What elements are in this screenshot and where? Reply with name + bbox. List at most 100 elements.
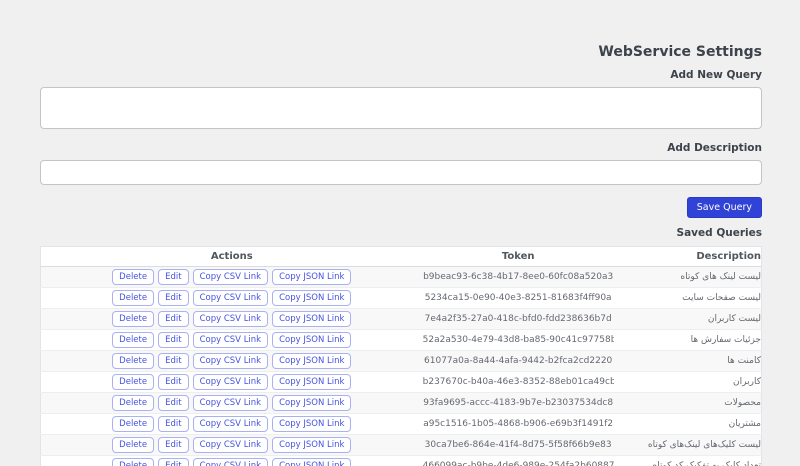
settings-page: WebService Settings Add New Query Add De… xyxy=(0,0,800,466)
copy-csv-link-button[interactable]: Copy CSV Link xyxy=(192,416,269,432)
actions-cell: Delete Edit Copy CSV Link Copy JSON Link xyxy=(40,266,423,288)
copy-json-link-button[interactable]: Copy JSON Link xyxy=(272,395,352,411)
copy-csv-link-button[interactable]: Copy CSV Link xyxy=(192,374,269,390)
delete-button[interactable]: Delete xyxy=(112,416,155,432)
edit-button[interactable]: Edit xyxy=(158,290,189,306)
queries-tbody: Delete Edit Copy CSV Link Copy JSON Link b9b… xyxy=(40,266,762,466)
description-cell: لیست کاربران xyxy=(613,308,762,330)
delete-button[interactable]: Delete xyxy=(112,311,155,327)
edit-button[interactable]: Edit xyxy=(158,395,189,411)
actions-cell: Delete Edit Copy CSV Link Copy JSON Link xyxy=(40,392,423,414)
edit-button[interactable]: Edit xyxy=(158,374,189,390)
description-cell: لیست صفحات سایت xyxy=(613,287,762,309)
row-button-group: Delete Edit Copy CSV Link Copy JSON Link xyxy=(112,290,352,306)
row-button-group: Delete Edit Copy CSV Link Copy JSON Link xyxy=(112,416,352,432)
token-cell: 93fa9695-accc-4183-9b7e-b23037534dc8 xyxy=(422,392,614,414)
copy-csv-link-button[interactable]: Copy CSV Link xyxy=(192,395,269,411)
row-button-group: Delete Edit Copy CSV Link Copy JSON Link xyxy=(112,353,352,369)
edit-button[interactable]: Edit xyxy=(158,332,189,348)
delete-button[interactable]: Delete xyxy=(112,374,155,390)
token-cell: 52a2a530-4e79-43d8-ba85-90c41c97758b xyxy=(422,329,614,351)
description-cell: لیست کلیک‌های لینک‌های کوتاه xyxy=(613,434,762,456)
copy-json-link-button[interactable]: Copy JSON Link xyxy=(272,269,352,285)
table-row: Delete Edit Copy CSV Link Copy JSON Link 7e4… xyxy=(40,308,762,330)
token-cell: b237670c-b40a-46e3-8352-88eb01ca49cb xyxy=(422,371,614,393)
description-cell: مشتریان xyxy=(613,413,762,435)
row-button-group: Delete Edit Copy CSV Link Copy JSON Link xyxy=(112,458,352,466)
add-new-query-label: Add New Query xyxy=(670,69,762,81)
description-cell: کامنت ها xyxy=(613,350,762,372)
table-row: Delete Edit Copy CSV Link Copy JSON Link 30c… xyxy=(40,434,762,456)
edit-button[interactable]: Edit xyxy=(158,311,189,327)
actions-column-header: Actions xyxy=(40,246,423,267)
copy-json-link-button[interactable]: Copy JSON Link xyxy=(272,374,352,390)
saved-queries-heading: Saved Queries xyxy=(676,227,762,239)
delete-button[interactable]: Delete xyxy=(112,332,155,348)
save-query-button[interactable]: Save Query xyxy=(686,197,762,218)
new-query-textarea[interactable] xyxy=(40,87,762,129)
token-cell: a95c1516-1b05-4868-b906-e69b3f1491f2 xyxy=(422,413,614,435)
table-row: Delete Edit Copy CSV Link Copy JSON Link 610… xyxy=(40,350,762,372)
copy-csv-link-button[interactable]: Copy CSV Link xyxy=(192,458,269,466)
copy-json-link-button[interactable]: Copy JSON Link xyxy=(272,332,352,348)
delete-button[interactable]: Delete xyxy=(112,458,155,466)
description-cell: تعداد کلیک به تفکیک کد کوتاه xyxy=(613,455,762,466)
actions-cell: Delete Edit Copy CSV Link Copy JSON Link xyxy=(40,413,423,435)
delete-button[interactable]: Delete xyxy=(112,353,155,369)
description-cell: محصولات xyxy=(613,392,762,414)
actions-cell: Delete Edit Copy CSV Link Copy JSON Link xyxy=(40,371,423,393)
copy-csv-link-button[interactable]: Copy CSV Link xyxy=(192,311,269,327)
token-cell: b9beac93-6c38-4b17-8ee0-60fc08a520a3 xyxy=(422,266,614,288)
actions-cell: Delete Edit Copy CSV Link Copy JSON Link xyxy=(40,434,423,456)
table-row: Delete Edit Copy CSV Link Copy JSON Link 523… xyxy=(40,287,762,309)
actions-cell: Delete Edit Copy CSV Link Copy JSON Link xyxy=(40,350,423,372)
copy-csv-link-button[interactable]: Copy CSV Link xyxy=(192,437,269,453)
copy-csv-link-button[interactable]: Copy CSV Link xyxy=(192,269,269,285)
copy-json-link-button[interactable]: Copy JSON Link xyxy=(272,290,352,306)
description-column-header: Description xyxy=(613,246,762,267)
edit-button[interactable]: Edit xyxy=(158,437,189,453)
copy-json-link-button[interactable]: Copy JSON Link xyxy=(272,311,352,327)
row-button-group: Delete Edit Copy CSV Link Copy JSON Link xyxy=(112,437,352,453)
add-description-label: Add Description xyxy=(667,142,762,154)
edit-button[interactable]: Edit xyxy=(158,416,189,432)
row-button-group: Delete Edit Copy CSV Link Copy JSON Link xyxy=(112,311,352,327)
description-cell: لیست لینک های کوتاه xyxy=(613,266,762,288)
table-row: Delete Edit Copy CSV Link Copy JSON Link 93f… xyxy=(40,392,762,414)
table-row: Delete Edit Copy CSV Link Copy JSON Link b9b… xyxy=(40,266,762,288)
token-cell: 466099ac-b9be-4de6-989e-254fa2b60887 xyxy=(422,455,614,466)
delete-button[interactable]: Delete xyxy=(112,290,155,306)
copy-json-link-button[interactable]: Copy JSON Link xyxy=(272,416,352,432)
table-row: Delete Edit Copy CSV Link Copy JSON Link 466… xyxy=(40,455,762,466)
actions-cell: Delete Edit Copy CSV Link Copy JSON Link xyxy=(40,455,423,466)
copy-csv-link-button[interactable]: Copy CSV Link xyxy=(192,290,269,306)
copy-csv-link-button[interactable]: Copy CSV Link xyxy=(192,332,269,348)
description-input[interactable] xyxy=(40,160,762,185)
edit-button[interactable]: Edit xyxy=(158,269,189,285)
description-cell: جزئیات سفارش ها xyxy=(613,329,762,351)
edit-button[interactable]: Edit xyxy=(158,458,189,466)
actions-cell: Delete Edit Copy CSV Link Copy JSON Link xyxy=(40,329,423,351)
saved-queries-table: Actions Token Description Delete Edit Copy… xyxy=(40,246,762,466)
page-title: WebService Settings xyxy=(598,44,762,60)
delete-button[interactable]: Delete xyxy=(112,437,155,453)
row-button-group: Delete Edit Copy CSV Link Copy JSON Link xyxy=(112,374,352,390)
copy-json-link-button[interactable]: Copy JSON Link xyxy=(272,458,352,466)
actions-cell: Delete Edit Copy CSV Link Copy JSON Link xyxy=(40,308,423,330)
description-cell: کاربران xyxy=(613,371,762,393)
delete-button[interactable]: Delete xyxy=(112,395,155,411)
save-row: Save Query xyxy=(40,195,762,218)
edit-button[interactable]: Edit xyxy=(158,353,189,369)
delete-button[interactable]: Delete xyxy=(112,269,155,285)
copy-csv-link-button[interactable]: Copy CSV Link xyxy=(192,353,269,369)
token-cell: 7e4a2f35-27a0-418c-bfd0-fdd238636b7d xyxy=(422,308,614,330)
copy-json-link-button[interactable]: Copy JSON Link xyxy=(272,437,352,453)
token-cell: 5234ca15-0e90-40e3-8251-81683f4ff90a xyxy=(422,287,614,309)
row-button-group: Delete Edit Copy CSV Link Copy JSON Link xyxy=(112,269,352,285)
table-row: Delete Edit Copy CSV Link Copy JSON Link a95… xyxy=(40,413,762,435)
token-cell: 61077a0a-8a44-4afa-9442-b2fca2cd2220 xyxy=(422,350,614,372)
table-row: Delete Edit Copy CSV Link Copy JSON Link b23… xyxy=(40,371,762,393)
token-column-header: Token xyxy=(422,246,614,267)
table-row: Delete Edit Copy CSV Link Copy JSON Link 52a… xyxy=(40,329,762,351)
copy-json-link-button[interactable]: Copy JSON Link xyxy=(272,353,352,369)
